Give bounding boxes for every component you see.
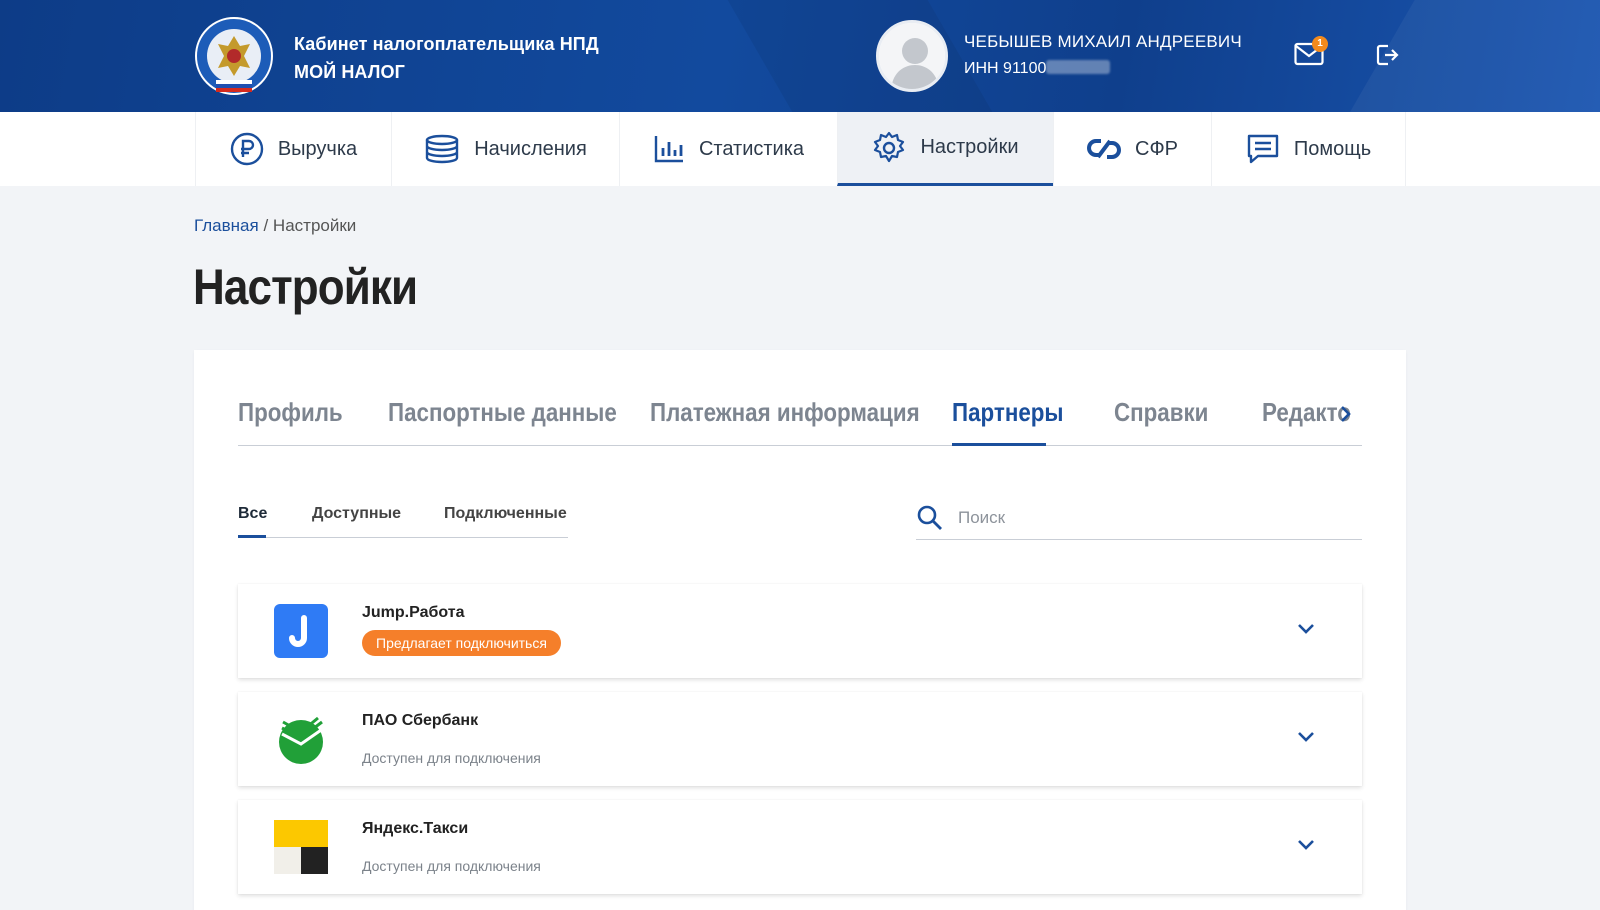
nav-item-label: Начисления: [474, 137, 587, 160]
settings-tabs: Профиль Паспортные данные Платежная инфо…: [238, 386, 1362, 446]
nav-item-label: СФР: [1135, 137, 1178, 160]
chevron-down-icon[interactable]: [1296, 622, 1316, 636]
chat-help-icon: [1247, 134, 1279, 164]
filter-all[interactable]: Все: [238, 502, 267, 526]
search-input[interactable]: [958, 502, 1358, 534]
active-filter-indicator: [238, 535, 266, 538]
nav-item-label: Настройки: [920, 136, 1019, 158]
sberbank-logo: [279, 716, 325, 764]
fns-emblem-logo[interactable]: [194, 16, 274, 96]
partner-status: Доступен для подключения: [362, 858, 541, 874]
tab-passport[interactable]: Паспортные данные: [388, 386, 617, 446]
breadcrumb-home-link[interactable]: Главная: [194, 216, 259, 235]
chevron-right-icon[interactable]: [1336, 402, 1356, 426]
cabinet-title-line2: МОЙ НАЛОГ: [294, 62, 405, 82]
breadcrumb-separator: /: [263, 216, 269, 235]
partner-search: [916, 500, 1362, 540]
page-title: Настройки: [193, 259, 418, 315]
inn-redacted: [1046, 60, 1111, 74]
nav-item-statistics[interactable]: Статистика: [619, 112, 837, 186]
tab-partners[interactable]: Партнеры: [952, 386, 1064, 446]
jump-logo: [274, 604, 328, 658]
partner-item-sberbank[interactable]: ПАО Сбербанк Доступен для подключения: [238, 692, 1362, 786]
cabinet-title-line1: Кабинет налогоплательщика НПД: [294, 34, 599, 54]
nav-item-label: Выручка: [277, 137, 358, 160]
ruble-icon: [230, 132, 264, 166]
partner-filters: Все Доступные Подключенные: [238, 502, 568, 538]
filter-connected[interactable]: Подключенные: [444, 502, 567, 526]
filter-available[interactable]: Доступные: [312, 502, 401, 526]
partner-item-yandex-taxi[interactable]: Яндекс.Такси Доступен для подключения: [238, 800, 1362, 894]
nav-item-help[interactable]: Помощь: [1211, 112, 1406, 186]
nav-item-settings[interactable]: Настройки: [837, 112, 1053, 186]
active-tab-indicator: [952, 443, 1046, 446]
breadcrumb: Главная / Настройки: [194, 216, 356, 236]
settings-card: Профиль Паспортные данные Платежная инфо…: [194, 350, 1406, 910]
search-icon[interactable]: [916, 504, 944, 532]
partner-name: Jump.Работа: [362, 604, 465, 621]
bar-chart-icon: [654, 136, 683, 163]
cabinet-title: Кабинет налогоплательщика НПД МОЙ НАЛОГ: [294, 30, 599, 86]
logout-icon[interactable]: [1374, 42, 1400, 68]
partner-item-jump[interactable]: Jump.Работа Предлагает подключиться: [238, 584, 1362, 678]
sfr-logo-icon: [1087, 139, 1121, 159]
chevron-down-icon[interactable]: [1296, 730, 1316, 744]
nav-item-charges[interactable]: Начисления: [391, 112, 619, 186]
status-badge: Предлагает подключиться: [362, 630, 561, 656]
partner-name: Яндекс.Такси: [362, 820, 469, 837]
tab-profile[interactable]: Профиль: [238, 386, 343, 446]
avatar[interactable]: [876, 20, 948, 92]
tab-certificates[interactable]: Справки: [1114, 386, 1208, 446]
gear-icon: [874, 131, 905, 162]
partner-status: Доступен для подключения: [362, 750, 541, 766]
nav-item-sfr[interactable]: СФР: [1053, 112, 1211, 186]
nav-item-label: Статистика: [698, 137, 805, 160]
nav-item-label: Помощь: [1293, 137, 1372, 160]
yandex-taxi-logo: [274, 820, 328, 874]
header-decoration: [1322, 0, 1600, 112]
main-nav: Выручка Начисления Статистика Настройки …: [0, 112, 1600, 186]
user-inn-text: ИНН 91100: [964, 60, 1047, 77]
app-header: Кабинет налогоплательщика НПД МОЙ НАЛОГ …: [0, 0, 1600, 112]
chevron-down-icon[interactable]: [1296, 838, 1316, 852]
nav-item-revenue[interactable]: Выручка: [195, 112, 391, 186]
header-decoration: [727, 0, 993, 112]
breadcrumb-current: Настройки: [272, 216, 357, 235]
partner-name: ПАО Сбербанк: [362, 712, 479, 729]
coins-stack-icon: [426, 134, 459, 164]
mail-count-badge: 1: [1312, 36, 1328, 52]
tab-payment-info[interactable]: Платежная информация: [650, 386, 920, 446]
user-inn: ИНН 91100: [964, 60, 1111, 78]
user-name: ЧЕБЫШЕВ МИХАИЛ АНДРЕЕВИЧ: [964, 32, 1242, 51]
